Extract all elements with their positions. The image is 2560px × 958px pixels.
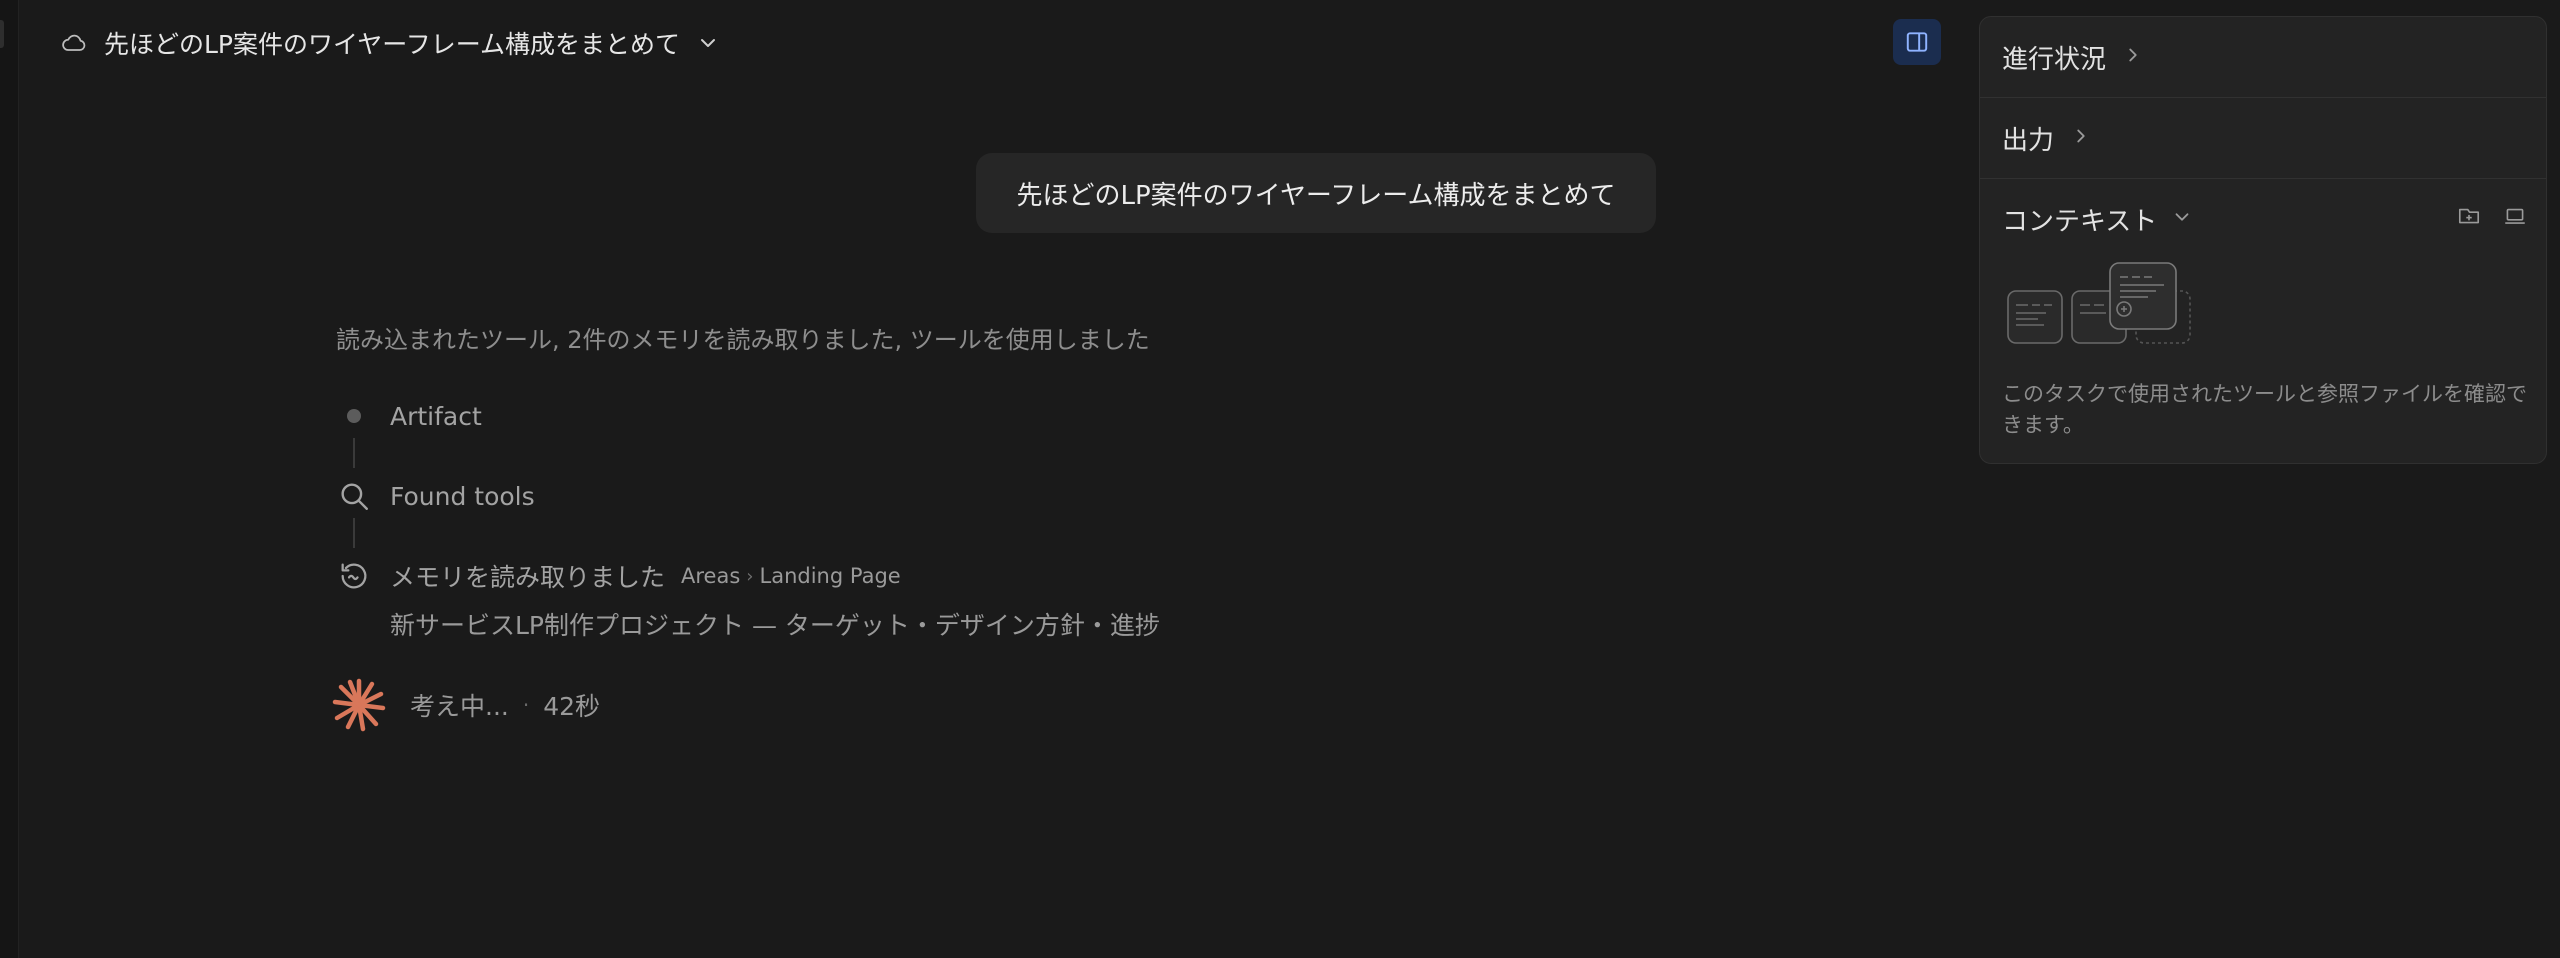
- thinking-status: 考え中... · 42秒: [332, 678, 600, 732]
- user-message-bubble: 先ほどのLP案件のワイヤーフレーム構成をまとめて: [976, 153, 1656, 233]
- chevron-right-icon: [2122, 44, 2144, 70]
- folder-add-icon[interactable]: [2456, 203, 2482, 233]
- context-illustration: [2007, 262, 2191, 344]
- output-label: 出力: [2002, 125, 2055, 156]
- thinking-separator: ·: [522, 693, 530, 717]
- step-artifact[interactable]: Artifact: [336, 398, 482, 434]
- step-label: メモリを読み取りました: [390, 563, 666, 592]
- dot-icon: [336, 398, 372, 434]
- progress-section[interactable]: 進行状況: [1980, 17, 2546, 98]
- thinking-label: 考え中...: [410, 692, 509, 721]
- step-found-tools[interactable]: Found tools: [336, 478, 535, 514]
- conversation-header: 先ほどのLP案件のワイヤーフレーム構成をまとめて: [60, 20, 720, 66]
- step-connector: [353, 438, 355, 468]
- side-panel-toggle-button[interactable]: [1893, 19, 1941, 65]
- context-description: このタスクで使用されたツールと参照ファイルを確認できます。: [2002, 382, 2527, 437]
- activity-summary[interactable]: 読み込まれたツール, 2件のメモリを読み取りました, ツールを使用しました: [336, 320, 1536, 360]
- context-section-header[interactable]: コンテキスト: [1980, 179, 2546, 259]
- sidebar-handle[interactable]: [0, 20, 4, 48]
- conversation-title[interactable]: 先ほどのLP案件のワイヤーフレーム構成をまとめて: [104, 25, 680, 61]
- chevron-down-icon[interactable]: [696, 31, 720, 55]
- step-connector: [353, 518, 355, 548]
- cloud-icon: [60, 29, 88, 57]
- chevron-down-icon: [2171, 206, 2193, 232]
- search-icon: [336, 478, 372, 514]
- memory-history-icon: [336, 558, 372, 594]
- step-label: Artifact: [390, 401, 482, 431]
- assistant-activity: 読み込まれたツール, 2件のメモリを読み取りました, ツールを使用しました Ar…: [332, 320, 1536, 732]
- step-label: Found tools: [390, 481, 535, 511]
- step-memory-read[interactable]: メモリを読み取りました Areas › Landing Page: [336, 558, 901, 594]
- memory-detail: 新サービスLP制作プロジェクト — ターゲット・デザイン方針・進捗: [390, 611, 1160, 640]
- thinking-elapsed: 42秒: [543, 692, 601, 721]
- chevron-right-icon: [2070, 125, 2092, 151]
- context-actions: [2456, 203, 2528, 233]
- output-section[interactable]: 出力: [1980, 98, 2546, 179]
- left-sidebar-edge: [0, 0, 19, 958]
- task-side-panel: 進行状況 出力 コンテキスト このタスクで使用されたツールと参照ファイルを確認で…: [1979, 16, 2547, 464]
- breadcrumb-item: Areas: [681, 564, 741, 588]
- user-message-text: 先ほどのLP案件のワイヤーフレーム構成をまとめて: [1016, 180, 1616, 211]
- thinking-spinner-icon: [332, 678, 386, 732]
- memory-breadcrumb[interactable]: Areas › Landing Page: [681, 564, 901, 588]
- sidebar-panel-icon: [1906, 32, 1928, 52]
- context-label: コンテキスト: [2002, 206, 2158, 237]
- breadcrumb-separator-icon: ›: [746, 565, 754, 587]
- breadcrumb-item: Landing Page: [759, 564, 901, 588]
- laptop-icon[interactable]: [2502, 203, 2528, 233]
- progress-label: 進行状況: [2002, 44, 2107, 75]
